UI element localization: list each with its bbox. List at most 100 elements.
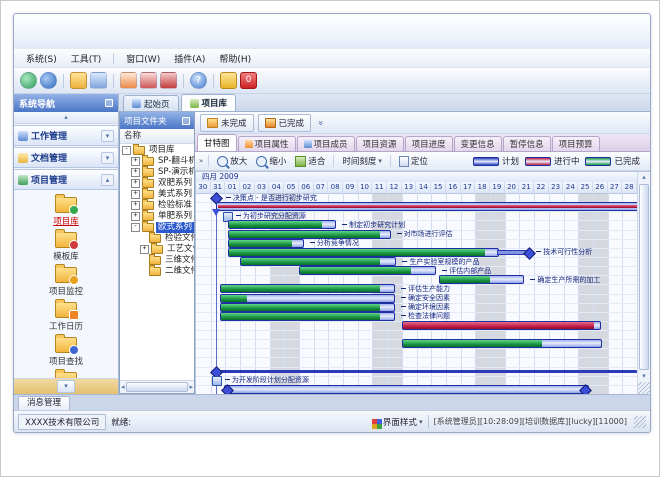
tree-item[interactable]: -欧式系列 [120,222,194,233]
tree-horizontal-scrollbar[interactable]: ◂ ▸ [120,380,194,393]
expand-icon[interactable]: + [131,179,140,188]
tree-item[interactable]: +双肥系列 [120,178,194,189]
task-bar[interactable] [228,220,336,229]
milestone-task-icon[interactable] [212,376,222,386]
menu-item-0[interactable]: 系统(S) [20,51,63,66]
tree-item[interactable]: +工艺文件 [120,244,194,255]
help-icon[interactable]: ? [190,72,207,89]
scroll-right-icon[interactable]: ▸ [189,383,193,391]
locate-button[interactable]: 定位 [396,154,431,168]
expand-icon[interactable]: + [131,168,140,177]
tree-item[interactable]: 三维文件 [120,255,194,266]
pin-icon[interactable] [105,99,113,107]
sidebar-group-2[interactable]: 项目管理▴ [14,169,118,190]
summary-line[interactable] [216,370,637,373]
task-bar[interactable] [299,266,436,275]
toolbar-overflow-button[interactable]: » [199,157,203,165]
chevron-down-icon: ▾ [417,418,423,426]
expand-icon[interactable]: + [131,212,140,221]
sidebar-item-3[interactable]: 工作日历 [49,300,83,334]
expand-icon[interactable]: + [131,157,140,166]
sidebar-item-2[interactable]: 项目监控 [49,265,83,299]
power-icon[interactable]: 0 [240,72,257,89]
tree-item[interactable]: +美式系列 [120,189,194,200]
web-icon[interactable] [40,72,57,89]
task-bar[interactable] [402,321,601,330]
sidebar-collapse-button[interactable]: ▴ [14,112,118,124]
task-bar[interactable] [228,248,499,257]
scrollbar-thumb[interactable] [639,184,649,370]
scroll-up-icon[interactable]: ▴ [638,172,650,183]
scrollbar-thumb[interactable] [126,382,189,392]
tree-item[interactable]: -项目库 [120,145,194,156]
menu-item-2[interactable]: 窗口(W) [120,51,166,66]
filter-more-button[interactable]: » [315,120,325,126]
sidebar-item-1[interactable]: 模板库 [53,230,79,264]
task-bar[interactable] [220,284,395,293]
gantt-tab-0[interactable]: 甘特图 [197,134,237,151]
sidebar-group-1[interactable]: 文档管理▾ [14,147,118,168]
scroll-left-icon[interactable]: ◂ [121,383,125,391]
expand-icon[interactable]: - [131,223,140,232]
finished-button[interactable]: 已完成 [258,114,312,132]
report-icon[interactable] [140,72,157,89]
window-icon[interactable] [90,72,107,89]
menu-item-1[interactable]: 工具(T) [65,51,108,66]
task-bar[interactable] [240,257,396,266]
expand-icon[interactable]: + [131,201,140,210]
expand-icon[interactable]: - [122,146,131,155]
sidebar-group-0[interactable]: 工作管理▾ [14,125,118,146]
sidebar-item-4[interactable]: 项目查找 [49,335,83,369]
message-icon[interactable] [160,72,177,89]
gantt-tab-5[interactable]: 变更信息 [454,136,502,151]
sidebar-item-0[interactable]: 项目库 [53,195,79,229]
tree-column-header[interactable]: 名称 [120,129,194,144]
gantt-vertical-scrollbar[interactable]: ▴ ▾ [637,172,650,394]
scroll-down-icon[interactable]: ▾ [638,371,650,382]
tree-item[interactable]: +检验标准 [120,200,194,211]
task-bar[interactable] [402,339,602,348]
zoom-in-button[interactable]: 放大 [214,154,250,168]
gantt-tab-6[interactable]: 暂停信息 [503,136,551,151]
scroll-down-button[interactable]: ▾ [57,380,75,393]
mail-icon[interactable] [120,72,137,89]
tree-item[interactable]: +SP-翻斗机系 [120,156,194,167]
tree-item[interactable]: +单肥系列 [120,211,194,222]
task-bar[interactable] [228,239,304,248]
task-bar[interactable] [224,385,589,394]
gantt-tab-4[interactable]: 项目进度 [405,136,453,151]
gantt-tab-3[interactable]: 项目资源 [356,136,404,151]
gantt-tab-7[interactable]: 项目预算 [552,136,600,151]
folder-icon-t[interactable] [70,72,87,89]
sidebar-item-5[interactable]: 任务查找 [49,370,83,378]
menu-item-4[interactable]: 帮助(H) [213,51,257,66]
ui-style-dropdown[interactable]: 界面样式 ▾ [372,416,423,428]
task-bar[interactable] [220,294,395,303]
title-strip [14,14,650,49]
task-bar[interactable] [228,230,390,239]
gantt-tab-1[interactable]: 项目属性 [238,136,296,151]
time-scale-dropdown[interactable]: 时间刻度▾ [339,154,385,168]
lock-icon-t[interactable] [220,72,237,89]
task-bar[interactable] [220,303,395,312]
message-management-tab[interactable]: 消息管理 [18,396,70,410]
pin-icon[interactable] [182,117,190,125]
tab-project-library[interactable]: 项目库 [181,94,237,111]
sync-icon[interactable] [20,72,37,89]
unfinished-button[interactable]: 未完成 [200,114,254,132]
expand-icon[interactable]: + [140,245,149,254]
resize-grip[interactable] [634,416,646,428]
gantt-tab-2[interactable]: 项目成员 [297,136,355,151]
tree-item[interactable]: 检验文件 [120,233,194,244]
resize-grip[interactable] [638,382,650,394]
menu-item-3[interactable]: 插件(A) [168,51,211,66]
task-bar[interactable] [220,312,395,321]
zoom-out-button[interactable]: 缩小 [253,154,289,168]
tree-item[interactable]: 二维文件 [120,266,194,277]
task-fill [403,340,542,347]
tab-start-page[interactable]: 起始页 [123,95,179,111]
expand-icon[interactable]: + [131,190,140,199]
task-bar[interactable] [439,275,525,284]
tree-item[interactable]: +SP-演示机系 [120,167,194,178]
fit-button[interactable]: 适合 [292,154,328,168]
